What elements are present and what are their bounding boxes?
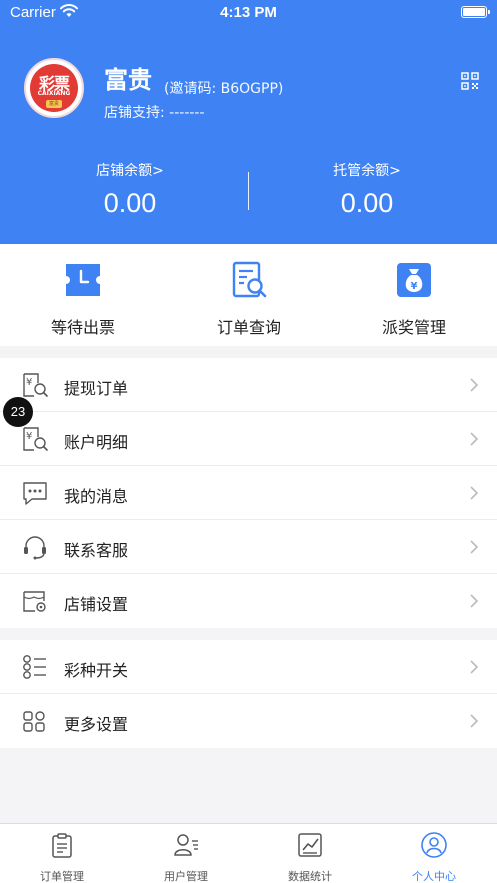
tab-bar: 订单管理 用户管理 数据统计 个人中心 [0, 823, 497, 883]
menu-item-label: 店铺设置 [64, 595, 129, 614]
menu-item-label: 更多设置 [64, 715, 129, 734]
headset-icon [24, 536, 46, 560]
chevron-right-icon [470, 378, 479, 392]
tab-personal-center[interactable]: 个人中心 [372, 832, 496, 883]
tab-label: 订单管理 [40, 870, 84, 883]
logo-tag: 富贵 [46, 100, 62, 108]
battery-icon [461, 6, 490, 18]
more-settings-icon [23, 711, 45, 732]
floating-badge[interactable]: 23 [3, 397, 33, 427]
chart-icon [298, 833, 322, 857]
message-icon [23, 482, 47, 505]
svg-text:¥: ¥ [26, 377, 32, 388]
logo-text-en: CAIXIANG [37, 90, 71, 97]
menu-item-label: 提现订单 [64, 379, 129, 398]
custody-balance-value: 0.00 [340, 188, 394, 218]
quick-action-label: 订单查询 [216, 318, 281, 337]
menu-item-label: 我的消息 [64, 487, 129, 506]
chevron-right-icon [470, 540, 479, 554]
tab-label: 用户管理 [164, 870, 208, 883]
shop-balance-label: 店铺余额> [96, 163, 164, 179]
shop-name: 富贵 [104, 66, 152, 94]
status-bar: Carrier 4:13 PM [0, 0, 497, 26]
withdraw-order-icon: ¥ [23, 373, 48, 397]
menu-group-primary: ¥ 提现订单 ¥ 账户明细 我的消息 联系客服 店铺设置 [0, 358, 497, 628]
menu-item-shop-settings[interactable]: 店铺设置 [0, 574, 497, 628]
menu-item-contact-support[interactable]: 联系客服 [0, 520, 497, 574]
custody-balance[interactable]: 托管余额> 0.00 [243, 160, 491, 219]
account-detail-icon: ¥ [23, 427, 48, 451]
menu-item-withdraw-orders[interactable]: ¥ 提现订单 [0, 358, 497, 412]
quick-actions: 等待出票 订单查询 ¥ 派奖管理 [0, 244, 497, 346]
invite-code: (邀请码: B6OGPP) [164, 81, 284, 97]
profile-header: Carrier 4:13 PM 彩票 CAIXIANG 富贵 富贵 (邀请码: … [0, 0, 497, 244]
menu-item-label: 彩种开关 [64, 661, 129, 680]
chevron-right-icon [470, 486, 479, 500]
menu-item-more-settings[interactable]: 更多设置 [0, 694, 497, 748]
chevron-right-icon [470, 660, 479, 674]
ticket-clock-icon [66, 264, 100, 296]
shop-support: 店铺支持: ------- [104, 105, 205, 121]
menu-group-secondary: 彩种开关 更多设置 [0, 640, 497, 748]
tab-user-management[interactable]: 用户管理 [124, 832, 248, 883]
chevron-right-icon [470, 714, 479, 728]
quick-action-prize-management[interactable]: ¥ 派奖管理 [331, 260, 497, 338]
tab-order-management[interactable]: 订单管理 [0, 832, 124, 883]
quick-action-label: 派奖管理 [381, 318, 446, 337]
shop-balance-value: 0.00 [103, 188, 157, 218]
lottery-switch-icon [23, 655, 46, 679]
menu-item-my-messages[interactable]: 我的消息 [0, 466, 497, 520]
svg-text:¥: ¥ [26, 431, 32, 442]
quick-action-waiting-ticket[interactable]: 等待出票 [0, 260, 166, 338]
clipboard-icon [52, 833, 72, 858]
person-icon [421, 832, 447, 858]
menu-item-label: 账户明细 [64, 433, 129, 452]
chevron-right-icon [470, 432, 479, 446]
qr-code-icon[interactable] [461, 72, 479, 90]
shop-logo[interactable]: 彩票 CAIXIANG 富贵 [24, 58, 84, 118]
svg-text:¥: ¥ [411, 281, 418, 292]
tab-label: 数据统计 [288, 870, 332, 883]
quick-action-order-query[interactable]: 订单查询 [166, 260, 332, 338]
quick-action-label: 等待出票 [50, 318, 115, 337]
clock: 4:13 PM [220, 4, 277, 21]
shop-balance[interactable]: 店铺余额> 0.00 [6, 160, 254, 219]
menu-item-account-details[interactable]: ¥ 账户明细 [0, 412, 497, 466]
tab-statistics[interactable]: 数据统计 [248, 832, 372, 883]
custody-balance-label: 托管余额> [333, 163, 401, 179]
menu-item-label: 联系客服 [64, 541, 129, 560]
money-bag-icon: ¥ [397, 263, 431, 297]
users-icon [174, 834, 198, 856]
chevron-right-icon [470, 594, 479, 608]
page: Carrier 4:13 PM 彩票 CAIXIANG 富贵 富贵 (邀请码: … [0, 0, 497, 883]
tab-label: 个人中心 [412, 870, 456, 883]
order-search-icon [232, 261, 267, 298]
menu-item-lottery-switch[interactable]: 彩种开关 [0, 640, 497, 694]
shop-settings-icon [23, 591, 46, 612]
